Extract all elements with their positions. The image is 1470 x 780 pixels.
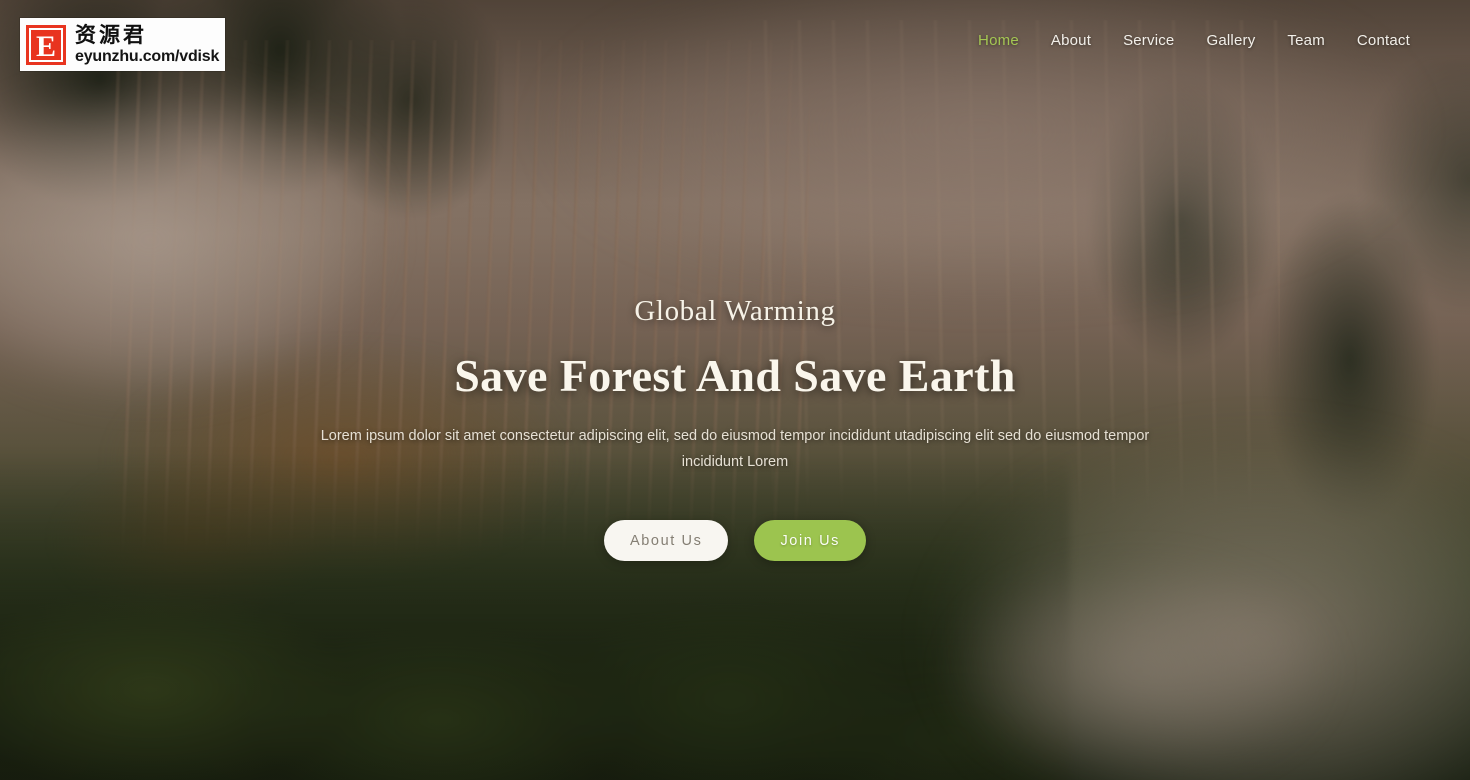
hero-content: Global Warming Save Forest And Save Eart… [0,295,1470,562]
brand-url: eyunzhu.com/vdisk [75,47,220,65]
hero-title: Save Forest And Save Earth [454,349,1016,401]
brand-logo[interactable]: E 资源君 eyunzhu.com/vdisk [20,18,226,71]
nav-item-about[interactable]: About [1035,32,1107,49]
site-header: E 资源君 eyunzhu.com/vdisk Home About Servi… [0,0,1470,88]
brand-mark-letter: E [29,27,63,63]
hero-section: E 资源君 eyunzhu.com/vdisk Home About Servi… [0,0,1470,780]
brand-e-icon: E [26,24,66,65]
join-us-button[interactable]: Join Us [754,520,866,562]
nav-item-contact[interactable]: Contact [1341,32,1426,49]
brand-name-cn: 资源君 [75,22,147,47]
nav-item-gallery[interactable]: Gallery [1190,32,1271,49]
about-us-button[interactable]: About Us [603,520,729,562]
brand-text: 资源君 eyunzhu.com/vdisk [75,22,220,65]
main-navigation: Home About Service Gallery Team Contact [962,32,1426,49]
hero-description: Lorem ipsum dolor sit amet consectetur a… [320,428,1150,471]
nav-item-home[interactable]: Home [962,32,1035,49]
hero-action-buttons: About Us Join Us [60,520,1410,562]
nav-item-service[interactable]: Service [1107,32,1190,49]
nav-item-team[interactable]: Team [1271,32,1340,49]
hero-eyebrow: Global Warming [634,295,836,327]
